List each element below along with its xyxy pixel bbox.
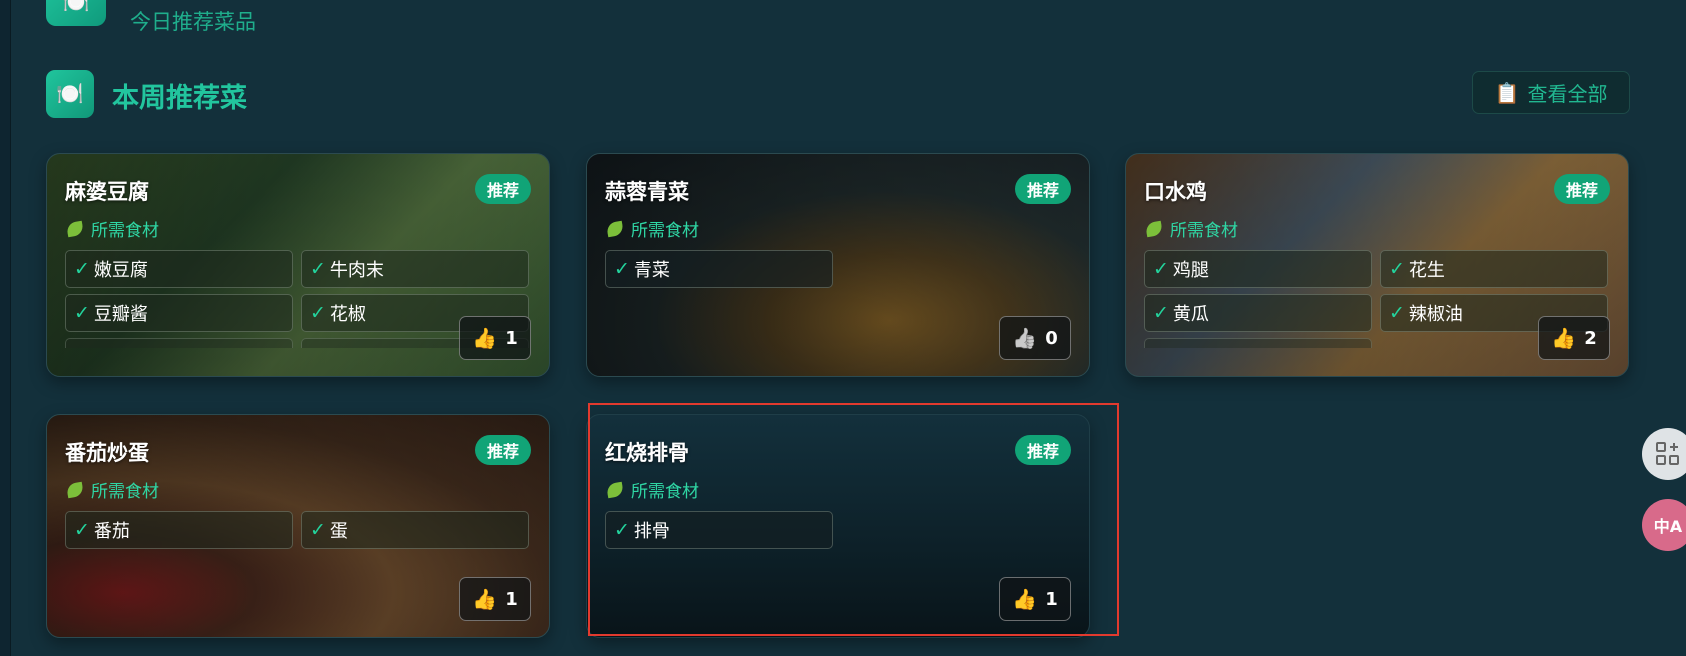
ingredient-list: ✓ 青菜 [605,250,1071,288]
dish-card[interactable]: 蒜蓉青菜 推荐 所需食材 ✓ 青菜 👍 0 [586,153,1090,377]
selection-highlight-box [588,403,1119,636]
translate-icon[interactable]: 中A [1642,499,1686,551]
check-icon: ✓ [74,258,90,280]
leaf-icon [65,220,85,237]
check-icon: ✓ [74,519,90,541]
dish-name: 蒜蓉青菜 [605,180,689,204]
check-icon: ✓ [1389,258,1405,280]
clipboard-icon: 📋 [1494,80,1520,105]
dish-name: 番茄炒蛋 [65,441,149,465]
like-button[interactable]: 👍 1 [459,577,531,621]
ingredients-label: 所需食材 [91,221,159,241]
section-title: 本周推荐菜 [112,83,247,114]
check-icon: ✓ [74,302,90,324]
dish-name: 麻婆豆腐 [65,180,149,204]
check-icon: ✓ [1389,302,1405,324]
recommend-badge: 推荐 [1554,174,1610,204]
ingredient-chip: ✓ 豆瓣酱 [65,294,293,332]
plate-icon: 🍽️ [46,70,94,118]
dish-card[interactable]: 麻婆豆腐 推荐 所需食材 ✓ 嫩豆腐 ✓ 牛肉末 ✓ 豆瓣酱 ✓ 花椒 👍 1 [46,153,550,377]
ingredients-label: 所需食材 [631,221,699,241]
like-count: 0 [1045,327,1058,349]
left-edge-panel [0,0,11,656]
recommend-badge: 推荐 [475,435,531,465]
thumbs-up-icon: 👍 [472,326,498,350]
ingredient-chip-overflow [65,338,293,348]
ingredients-heading: 所需食材 [65,216,159,241]
view-all-button[interactable]: 📋 查看全部 [1472,71,1630,114]
dish-name: 口水鸡 [1144,180,1207,204]
ingredient-chip: ✓ 嫩豆腐 [65,250,293,288]
dish-card[interactable]: 口水鸡 推荐 所需食材 ✓ 鸡腿 ✓ 花生 ✓ 黄瓜 ✓ 辣椒油 👍 2 [1125,153,1629,377]
ingredients-heading: 所需食材 [1144,216,1238,241]
like-button[interactable]: 👍 2 [1538,316,1610,360]
ingredient-chip-overflow [1144,338,1372,348]
leaf-icon [1144,220,1164,237]
top-subtitle: 今日推荐菜品 [130,10,256,34]
check-icon: ✓ [310,519,326,541]
dish-card[interactable]: 番茄炒蛋 推荐 所需食材 ✓ 番茄 ✓ 蛋 👍 1 [46,414,550,638]
plate-icon: 🍽️ [46,0,106,26]
check-icon: ✓ [310,258,326,280]
apps-icon[interactable] [1642,428,1686,480]
ingredient-chip: ✓ 牛肉末 [301,250,529,288]
like-button[interactable]: 👍 0 [999,316,1071,360]
like-count: 1 [505,588,518,610]
check-icon: ✓ [1153,302,1169,324]
like-button[interactable]: 👍 1 [459,316,531,360]
like-count: 1 [505,327,518,349]
leaf-icon [605,220,625,237]
ingredients-heading: 所需食材 [65,477,159,502]
thumbs-up-icon: 👍 [1551,326,1577,350]
view-all-label: 查看全部 [1527,82,1608,106]
ingredient-chip: ✓ 鸡腿 [1144,250,1372,288]
check-icon: ✓ [310,302,326,324]
ingredients-label: 所需食材 [1170,221,1238,241]
ingredient-chip: ✓ 蛋 [301,511,529,549]
ingredient-chip: ✓ 黄瓜 [1144,294,1372,332]
ingredients-heading: 所需食材 [605,216,699,241]
check-icon: ✓ [1153,258,1169,280]
recommend-badge: 推荐 [1015,174,1071,204]
like-count: 2 [1584,327,1597,349]
ingredient-chip: ✓ 番茄 [65,511,293,549]
thumbs-up-icon: 👍 [472,587,498,611]
ingredients-label: 所需食材 [91,482,159,502]
check-icon: ✓ [614,258,630,280]
recommend-badge: 推荐 [475,174,531,204]
leaf-icon [65,481,85,498]
ingredient-list: ✓ 番茄 ✓ 蛋 [65,511,531,549]
ingredient-chip: ✓ 花生 [1380,250,1608,288]
thumbs-up-icon: 👍 [1012,326,1038,350]
ingredient-chip: ✓ 青菜 [605,250,833,288]
